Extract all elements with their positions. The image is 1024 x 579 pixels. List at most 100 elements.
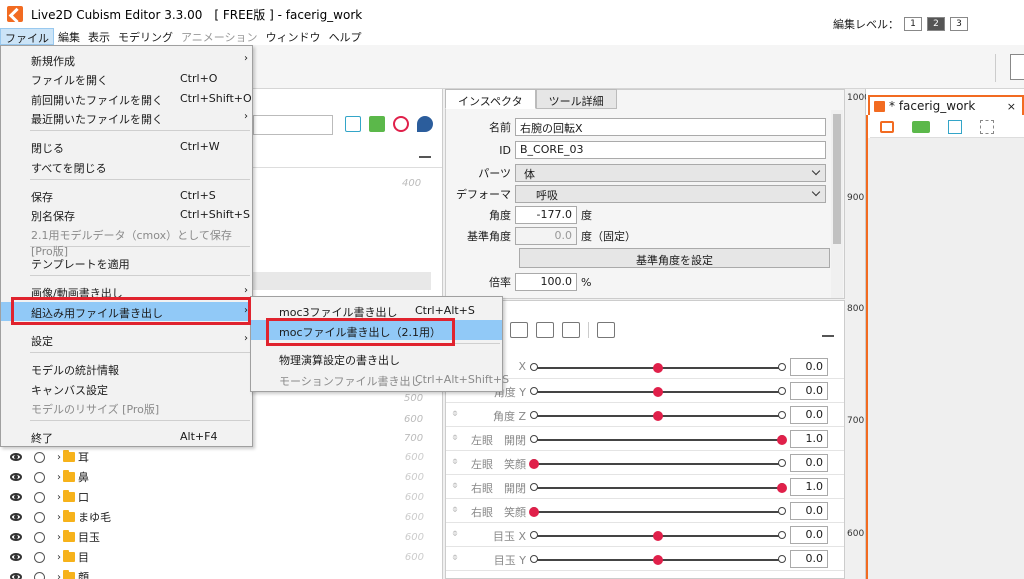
export-submenu-item[interactable]: moc3ファイル書き出し Ctrl+Alt+S [251,300,502,320]
parts-select[interactable]: 体 [515,164,826,182]
slider-knob[interactable] [653,363,663,373]
slider-knob[interactable] [653,555,663,565]
warp-deformer-icon[interactable] [948,119,962,134]
lock-toggle-icon[interactable] [34,491,45,503]
slider-knob[interactable] [777,483,787,493]
chevron-right-icon[interactable]: › [57,452,61,463]
angle-field[interactable]: -177.0 [515,206,577,224]
slider-knob[interactable] [777,435,787,445]
tree-row[interactable]: › 鼻 600 [4,467,442,487]
file-menu-item[interactable]: 設定 › [1,330,252,349]
file-menu-item[interactable]: すべてを閉じる [1,157,252,176]
link-icon[interactable]: ⌽ [452,504,458,515]
link-icon[interactable]: ⌽ [452,552,458,563]
parameter-slider[interactable] [530,483,787,493]
deformer-filter-icon[interactable] [345,116,361,132]
file-menu-item[interactable]: 終了 Alt+F4 [1,427,252,446]
add-keys-icon[interactable] [510,322,528,338]
name-field[interactable]: 右腕の回転X [515,118,826,136]
parts-search-input[interactable] [253,115,333,135]
inspector-scrollbar[interactable] [831,110,843,298]
parameter-value-field[interactable]: 0.0 [790,382,828,400]
scale-field[interactable]: 100.0 [515,273,577,291]
parameter-row[interactable]: ⌽ 左眼 笑顔 0.0 [446,451,844,475]
eye-icon[interactable] [10,473,22,481]
parameter-value-field[interactable]: 1.0 [790,478,828,496]
tab-inspector[interactable]: インスペクタ [445,89,536,109]
inspector-scroll-thumb[interactable] [833,114,841,244]
parameter-slider[interactable] [529,507,786,517]
tree-row[interactable]: › 耳 600 [4,447,442,467]
file-menu-item[interactable]: 保存 Ctrl+S [1,186,252,205]
tree-row[interactable]: › 顔 [4,567,442,579]
deformer-select[interactable]: 呼吸 [515,185,826,203]
parameter-slider[interactable] [530,531,786,541]
artmesh-icon[interactable] [912,120,930,133]
file-menu-item[interactable]: 前回開いたファイルを開く Ctrl+Shift+O [1,89,252,108]
file-menu-item[interactable]: ファイルを開く Ctrl+O [1,69,252,88]
parameter-grid-icon[interactable] [597,322,615,338]
eye-icon[interactable] [10,513,22,521]
pin-filter-icon[interactable] [417,116,433,132]
parameter-slider[interactable] [530,387,786,397]
file-menu-item[interactable]: キャンバス設定 [1,379,252,398]
parameter-row[interactable]: ⌽ 目玉 Y 0.0 [446,547,844,571]
slider-knob[interactable] [653,411,663,421]
file-menu-item[interactable]: 閉じる Ctrl+W [1,137,252,156]
close-icon[interactable]: × [1007,100,1016,113]
id-field[interactable]: B_CORE_03 [515,141,826,159]
chevron-right-icon[interactable]: › [57,532,61,543]
lock-toggle-icon[interactable] [34,551,45,563]
tree-row[interactable]: › 目玉 600 [4,527,442,547]
parameter-value-field[interactable]: 0.0 [790,406,828,424]
link-icon[interactable]: ⌽ [452,456,458,467]
menu-0[interactable]: ファイル [0,28,54,45]
chevron-right-icon[interactable]: › [57,552,61,563]
parameter-slider[interactable] [530,411,786,421]
set-base-angle-button[interactable]: 基準角度を設定 [519,248,830,268]
canvas-drawing-area[interactable] [868,138,1024,579]
parameter-row[interactable]: ⌽ 右眼 開閉 1.0 [446,475,844,499]
canvas-tab[interactable]: * facerig_work × [868,95,1024,115]
export-submenu-item[interactable]: 物理演算設定の書き出し [251,348,502,368]
menu-6[interactable]: ヘルプ [325,28,366,45]
parts-selected-row[interactable] [253,272,431,290]
rotation-filter-icon[interactable] [393,116,409,132]
edit-level-2-button[interactable]: 2 [927,17,945,31]
parameter-value-field[interactable]: 0.0 [790,526,828,544]
file-menu-item[interactable]: 最近開いたファイルを開く › [1,108,252,127]
edit-level-3-button[interactable]: 3 [950,17,968,31]
chevron-right-icon[interactable]: › [57,492,61,503]
lock-toggle-icon[interactable] [34,571,45,579]
parameter-row[interactable]: ⌽ 角度 Z 0.0 [446,403,844,427]
file-menu-item[interactable]: 新規作成 › [1,50,252,69]
tab-tool-details[interactable]: ツール詳細 [535,89,617,109]
tree-row[interactable]: › 目 600 [4,547,442,567]
parameter-row[interactable]: ⌽ 目玉 X 0.0 [446,523,844,547]
link-icon[interactable]: ⌽ [452,528,458,539]
artmesh-filter-icon[interactable] [369,116,385,132]
file-menu-item[interactable]: テンプレートを適用 [1,253,252,272]
edit-level-1-button[interactable]: 1 [904,17,922,31]
menu-2[interactable]: 表示 [84,28,114,45]
tree-row[interactable]: › まゆ毛 600 [4,507,442,527]
parameter-value-field[interactable]: 1.0 [790,430,828,448]
menu-1[interactable]: 編集 [54,28,84,45]
eye-icon[interactable] [10,493,22,501]
lock-toggle-icon[interactable] [34,531,45,543]
parameter-value-field[interactable]: 0.0 [790,550,828,568]
parameter-slider[interactable] [530,555,786,565]
parameter-row[interactable]: ⌽ 左眼 開閉 1.0 [446,427,844,451]
file-menu-item[interactable]: 別名保存 Ctrl+Shift+S [1,205,252,224]
lock-toggle-icon[interactable] [34,471,45,483]
menu-5[interactable]: ウィンドウ [262,28,325,45]
tree-row[interactable]: › 口 600 [4,487,442,507]
slider-knob[interactable] [653,531,663,541]
menu-4[interactable]: アニメーション [177,28,262,45]
parameter-value-field[interactable]: 0.0 [790,454,828,472]
slider-knob[interactable] [529,459,539,469]
parameter-slider[interactable] [530,435,787,445]
chevron-right-icon[interactable]: › [57,512,61,523]
delete-keys-icon[interactable] [536,322,554,338]
eye-icon[interactable] [10,533,22,541]
